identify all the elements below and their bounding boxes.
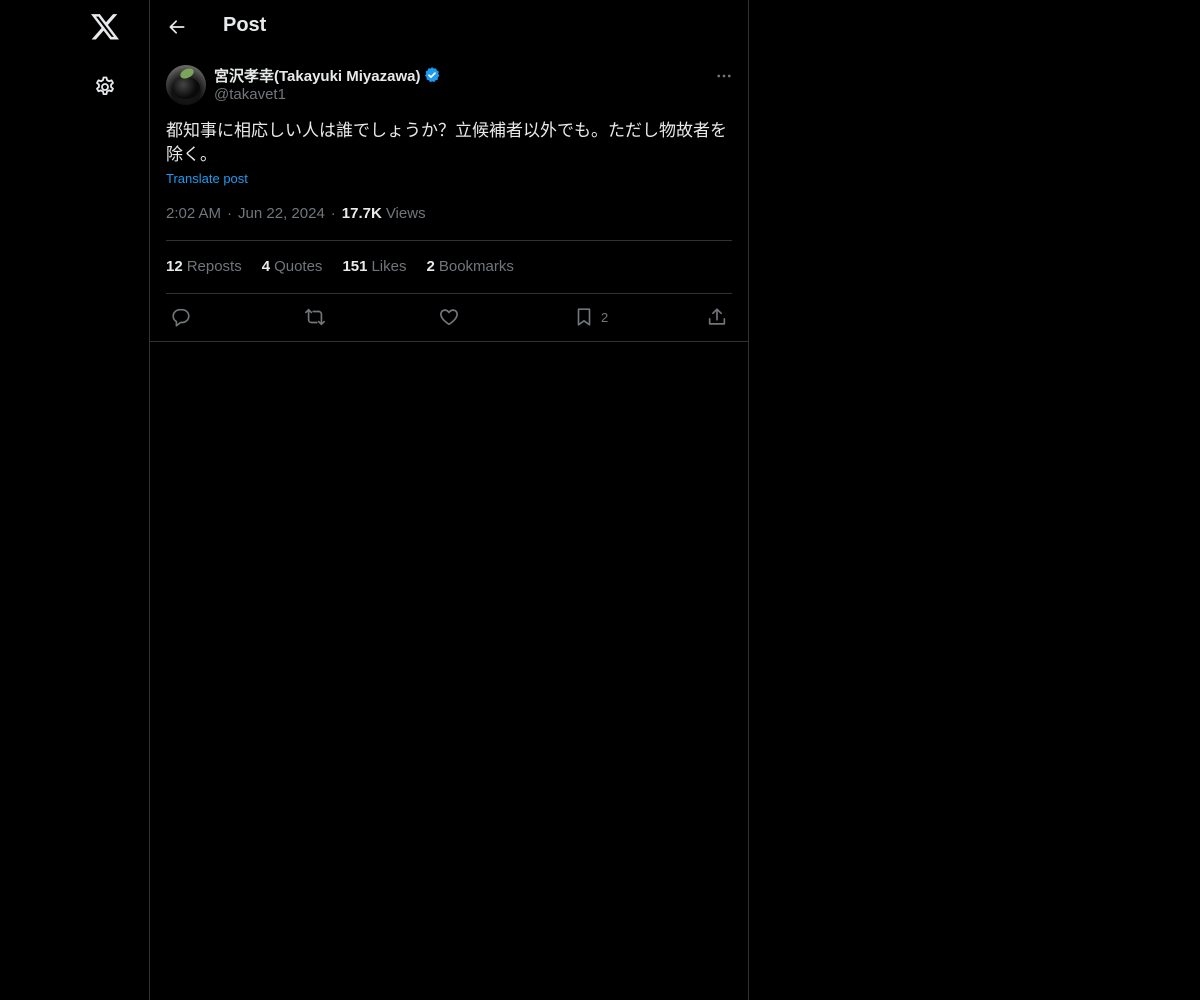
divider bbox=[166, 240, 732, 241]
repost-icon bbox=[305, 308, 325, 326]
reply-button[interactable] bbox=[170, 304, 192, 330]
quotes-stat[interactable]: 4 Quotes bbox=[262, 258, 323, 275]
more-options-button[interactable] bbox=[712, 64, 736, 88]
meta-separator: · bbox=[227, 205, 233, 222]
reposts-count: 12 bbox=[166, 258, 183, 275]
more-horizontal-icon bbox=[717, 74, 731, 78]
divider bbox=[166, 293, 732, 294]
x-logo-icon bbox=[91, 14, 119, 40]
page-header: Post bbox=[150, 0, 748, 54]
repost-button[interactable] bbox=[304, 304, 326, 330]
back-arrow-icon bbox=[169, 20, 185, 34]
settings-button[interactable] bbox=[85, 67, 125, 107]
author-display-name[interactable]: 宮沢孝幸(Takayuki Miyazawa) bbox=[214, 65, 420, 86]
bookmarks-count: 2 bbox=[426, 258, 435, 275]
views-label: Views bbox=[385, 205, 426, 222]
post-text: 都知事に相応しい人は誰でしょうか？立候補者以外でも。ただし物故者を除く。 bbox=[166, 121, 727, 165]
avatar[interactable] bbox=[166, 65, 206, 105]
post-meta: 2:02 AM · Jun 22, 2024 · 17.7K Views bbox=[166, 205, 426, 222]
reposts-label: Reposts bbox=[186, 258, 242, 275]
verified-badge-icon[interactable] bbox=[423, 66, 441, 84]
post-actions: 2 bbox=[150, 304, 748, 330]
bookmark-button[interactable]: 2 bbox=[573, 304, 608, 330]
likes-count: 151 bbox=[342, 258, 368, 275]
share-button[interactable] bbox=[706, 304, 728, 330]
meta-separator: · bbox=[330, 205, 336, 222]
reply-icon bbox=[172, 308, 190, 327]
translate-post-link[interactable]: Translate post bbox=[166, 171, 248, 186]
author-handle[interactable]: @takavet1 bbox=[214, 86, 441, 103]
post-time[interactable]: 2:02 AM bbox=[166, 205, 221, 222]
back-button[interactable] bbox=[160, 10, 194, 44]
likes-stat[interactable]: 151 Likes bbox=[342, 258, 406, 275]
heart-icon bbox=[440, 309, 458, 326]
main-column: Post 宮沢孝幸(Takayuki Miyazawa) @takavet1 都… bbox=[149, 0, 749, 1000]
bookmark-count: 2 bbox=[601, 309, 609, 325]
page-title: Post bbox=[223, 14, 267, 36]
quotes-count: 4 bbox=[261, 258, 271, 275]
likes-label: Likes bbox=[371, 258, 407, 275]
app-root: Post 宮沢孝幸(Takayuki Miyazawa) @takavet1 都… bbox=[0, 0, 1200, 1000]
left-nav bbox=[0, 0, 150, 1000]
display-name-row: 宮沢孝幸(Takayuki Miyazawa) bbox=[214, 65, 441, 85]
bookmark-icon bbox=[577, 308, 591, 326]
views-count: 17.7K bbox=[341, 205, 382, 222]
post-detail: 宮沢孝幸(Takayuki Miyazawa) @takavet1 都知事に相応… bbox=[150, 54, 748, 342]
reposts-stat[interactable]: 12 Reposts bbox=[166, 258, 242, 275]
like-button[interactable] bbox=[438, 304, 460, 330]
share-icon bbox=[708, 308, 726, 325]
avatar-image bbox=[172, 77, 200, 99]
quotes-label: Quotes bbox=[274, 258, 323, 275]
bookmarks-label: Bookmarks bbox=[438, 258, 514, 275]
post-date[interactable]: Jun 22, 2024 bbox=[238, 205, 325, 222]
post-author: 宮沢孝幸(Takayuki Miyazawa) @takavet1 bbox=[214, 65, 441, 103]
post-stats: 12 Reposts 4 Quotes 151 Likes 2 Bookmarks bbox=[166, 258, 534, 275]
bookmarks-stat[interactable]: 2 Bookmarks bbox=[427, 258, 514, 275]
gear-icon bbox=[96, 76, 114, 95]
x-logo-link[interactable] bbox=[85, 7, 125, 47]
